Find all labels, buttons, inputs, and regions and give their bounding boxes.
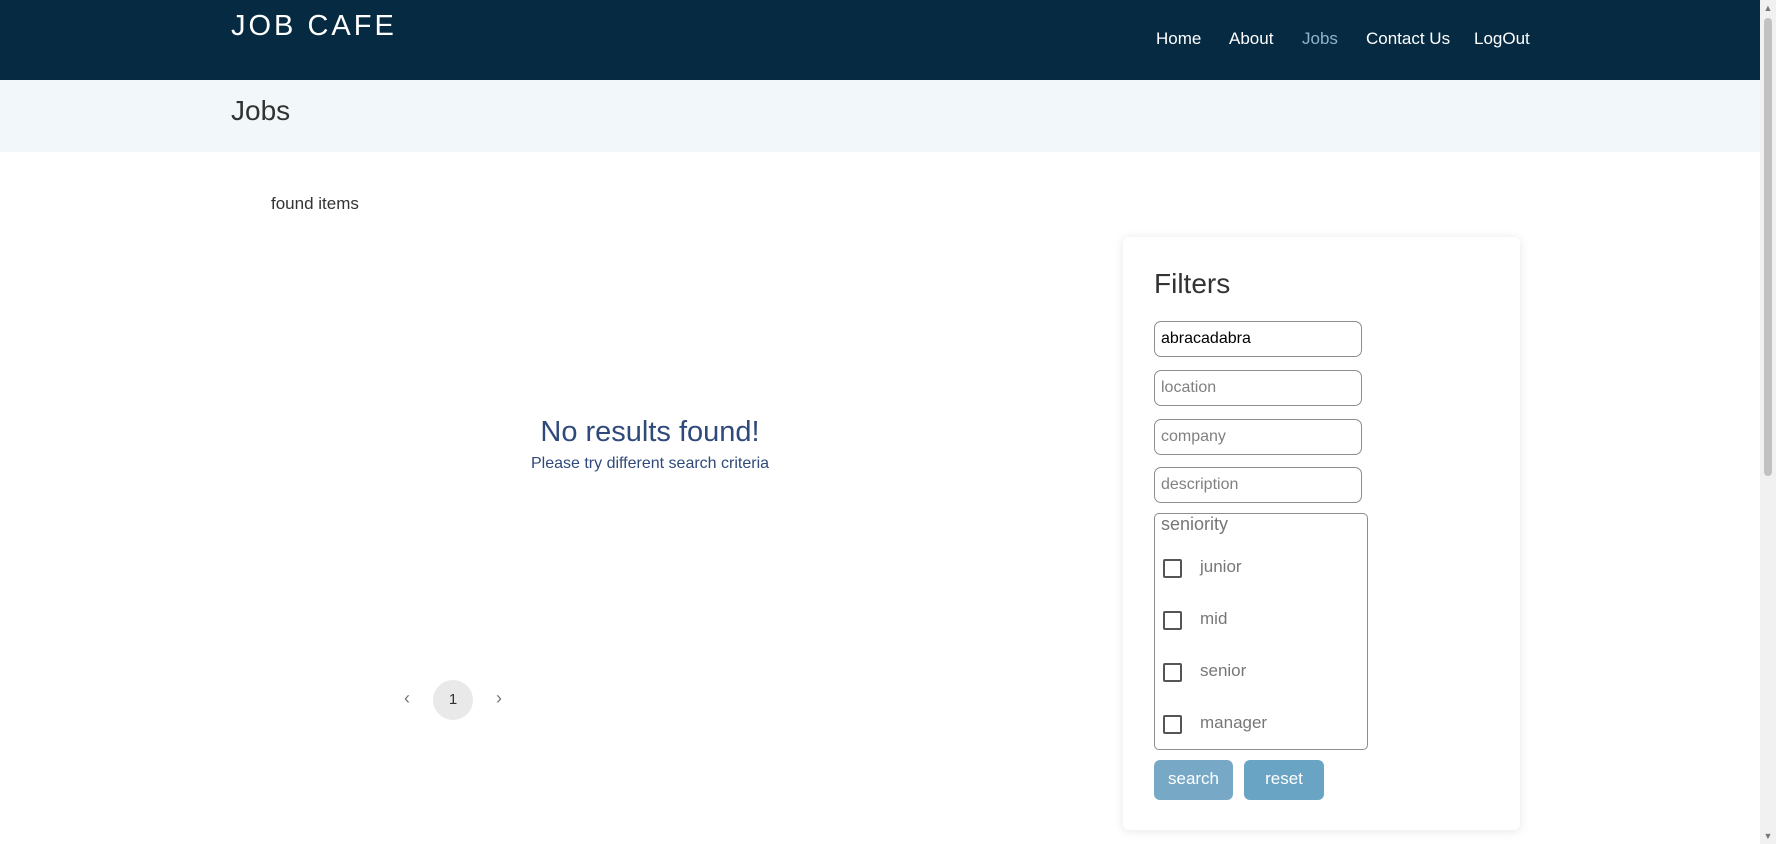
senior-label[interactable]: senior: [1200, 661, 1246, 681]
manager-label[interactable]: manager: [1200, 713, 1267, 733]
nav-contact-us[interactable]: Contact Us: [1366, 29, 1450, 49]
page-number-button[interactable]: 1: [433, 680, 473, 720]
nav-home[interactable]: Home: [1156, 29, 1201, 49]
empty-state-subtitle: Please try different search criteria: [530, 455, 770, 472]
reset-button[interactable]: reset: [1244, 760, 1324, 800]
top-navbar: JOB CAFE Home About Jobs Contact Us LogO…: [0, 0, 1760, 80]
filters-panel: Filters seniority junior mid senior mana…: [1123, 237, 1520, 830]
description-input[interactable]: [1154, 467, 1362, 503]
page-scrollbar[interactable]: ▲ ▼: [1760, 0, 1776, 844]
search-input[interactable]: [1154, 321, 1362, 357]
location-input[interactable]: [1154, 370, 1362, 406]
seniority-fieldset: seniority junior mid senior manager: [1154, 513, 1368, 750]
mid-checkbox[interactable]: [1163, 611, 1182, 630]
scroll-up-icon[interactable]: ▲: [1760, 0, 1776, 16]
scroll-down-icon[interactable]: ▼: [1760, 828, 1776, 844]
nav-logout[interactable]: LogOut: [1474, 29, 1530, 49]
manager-checkbox[interactable]: [1163, 715, 1182, 734]
chevron-left-icon[interactable]: ‹: [397, 688, 417, 710]
chevron-right-icon[interactable]: ›: [489, 688, 509, 710]
found-items-label: found items: [271, 194, 359, 213]
empty-state: No results found! Please try different s…: [480, 416, 820, 473]
page-header: Jobs: [0, 80, 1760, 152]
mid-label[interactable]: mid: [1200, 609, 1227, 629]
seniority-legend: seniority: [1161, 514, 1229, 534]
nav-about[interactable]: About: [1229, 29, 1273, 49]
scrollbar-thumb[interactable]: [1764, 18, 1772, 476]
company-input[interactable]: [1154, 419, 1362, 455]
search-button[interactable]: search: [1154, 760, 1233, 800]
senior-checkbox[interactable]: [1163, 663, 1182, 682]
junior-checkbox[interactable]: [1163, 559, 1182, 578]
brand-logo[interactable]: JOB CAFE: [231, 10, 397, 43]
nav-jobs[interactable]: Jobs: [1302, 29, 1338, 49]
junior-label[interactable]: junior: [1200, 557, 1242, 577]
filters-title: Filters: [1154, 268, 1231, 299]
empty-state-title: No results found!: [540, 416, 760, 448]
page-title: Jobs: [231, 95, 291, 126]
